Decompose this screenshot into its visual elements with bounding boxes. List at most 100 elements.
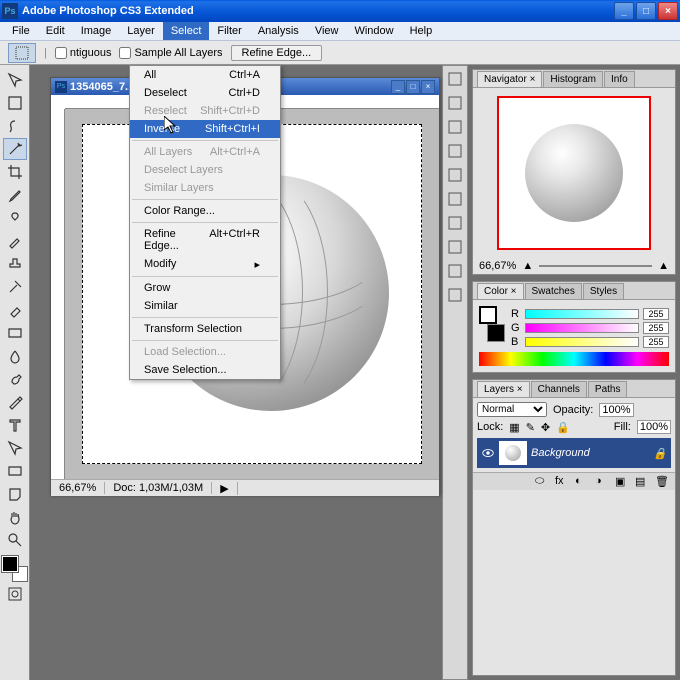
- blend-mode-select[interactable]: Normal: [477, 402, 547, 417]
- menu-item-grow[interactable]: Grow: [130, 279, 280, 297]
- tool-zoom[interactable]: [3, 529, 27, 551]
- menu-item-deselect[interactable]: DeselectCtrl+D: [130, 84, 280, 102]
- tool-type[interactable]: [3, 414, 27, 436]
- dock-channels2[interactable]: [444, 212, 466, 234]
- menu-help[interactable]: Help: [402, 22, 441, 40]
- tool-pen[interactable]: [3, 391, 27, 413]
- color-spectrum[interactable]: [479, 352, 669, 366]
- tool-path[interactable]: [3, 437, 27, 459]
- menu-edit[interactable]: Edit: [38, 22, 73, 40]
- new-layer-icon[interactable]: ▤: [635, 475, 651, 489]
- menu-analysis[interactable]: Analysis: [250, 22, 307, 40]
- tool-brush[interactable]: [3, 230, 27, 252]
- tool-history[interactable]: [3, 276, 27, 298]
- value-g[interactable]: 255: [643, 322, 669, 334]
- menu-item-color-range-[interactable]: Color Range...: [130, 202, 280, 220]
- lock-paint-icon[interactable]: ✎: [526, 421, 535, 434]
- tool-gradient[interactable]: [3, 322, 27, 344]
- menu-item-modify[interactable]: Modify▸: [130, 255, 280, 274]
- tab-navigator[interactable]: Navigator ×: [477, 71, 542, 87]
- group-icon[interactable]: ▣: [615, 475, 631, 489]
- tab-channels[interactable]: Channels: [531, 381, 587, 397]
- navigator-zoom[interactable]: 66,67%: [479, 260, 516, 272]
- lock-transparent-icon[interactable]: ▦: [509, 421, 519, 434]
- foreground-color[interactable]: [479, 306, 497, 324]
- delete-layer-icon[interactable]: 🗑: [655, 475, 671, 489]
- visibility-icon[interactable]: [481, 446, 495, 460]
- contiguous-checkbox[interactable]: ntiguous: [55, 47, 112, 59]
- lock-move-icon[interactable]: ✥: [541, 421, 550, 434]
- zoom-out-icon[interactable]: ▲: [522, 260, 533, 272]
- opacity-input[interactable]: 100%: [599, 403, 633, 417]
- tool-dodge[interactable]: [3, 368, 27, 390]
- dock-layers2[interactable]: [444, 188, 466, 210]
- menu-window[interactable]: Window: [346, 22, 401, 40]
- tab-paths[interactable]: Paths: [588, 381, 628, 397]
- tool-blur[interactable]: [3, 345, 27, 367]
- adjustment-layer-icon[interactable]: ◑: [595, 475, 611, 489]
- navigator-preview[interactable]: [497, 96, 651, 250]
- menu-image[interactable]: Image: [73, 22, 120, 40]
- dock-bridge[interactable]: [444, 68, 466, 90]
- refine-edge-button[interactable]: Refine Edge...: [231, 45, 323, 61]
- tool-notes[interactable]: [3, 483, 27, 505]
- value-r[interactable]: 255: [643, 308, 669, 320]
- layer-mask-icon[interactable]: ◐: [575, 475, 591, 489]
- menu-item-refine-edge-[interactable]: Refine Edge...Alt+Ctrl+R: [130, 225, 280, 255]
- lock-all-icon[interactable]: 🔒: [556, 421, 570, 434]
- sample-all-checkbox[interactable]: Sample All Layers: [119, 47, 222, 59]
- minimize-button[interactable]: _: [614, 2, 634, 20]
- value-b[interactable]: 255: [643, 336, 669, 348]
- layer-row[interactable]: Background 🔒: [477, 438, 671, 468]
- background-color[interactable]: [487, 324, 505, 342]
- menu-item-all[interactable]: AllCtrl+A: [130, 66, 280, 84]
- tab-swatches[interactable]: Swatches: [525, 283, 582, 299]
- tool-stamp[interactable]: [3, 253, 27, 275]
- zoom-in-icon[interactable]: ▲: [658, 260, 669, 272]
- layer-style-icon[interactable]: fx: [555, 475, 571, 489]
- slider-g[interactable]: [525, 323, 639, 333]
- status-arrow[interactable]: ▶: [212, 482, 237, 495]
- doc-maximize[interactable]: □: [406, 80, 420, 94]
- tool-eraser[interactable]: [3, 299, 27, 321]
- quick-mask[interactable]: [3, 583, 27, 605]
- tool-move[interactable]: [3, 69, 27, 91]
- tool-eyedropper[interactable]: [3, 184, 27, 206]
- menu-item-transform-selection[interactable]: Transform Selection: [130, 320, 280, 338]
- doc-minimize[interactable]: _: [391, 80, 405, 94]
- tab-color[interactable]: Color ×: [477, 283, 524, 299]
- dock-brushes[interactable]: [444, 236, 466, 258]
- close-button[interactable]: ×: [658, 2, 678, 20]
- tab-histogram[interactable]: Histogram: [543, 71, 603, 87]
- tool-hand[interactable]: [3, 506, 27, 528]
- menu-item-inverse[interactable]: InverseShift+Ctrl+I: [130, 120, 280, 138]
- slider-r[interactable]: [525, 309, 639, 319]
- slider-b[interactable]: [525, 337, 639, 347]
- menu-select[interactable]: Select: [163, 22, 210, 40]
- dock-arrange[interactable]: [444, 92, 466, 114]
- menu-view[interactable]: View: [307, 22, 347, 40]
- tab-styles[interactable]: Styles: [583, 283, 624, 299]
- maximize-button[interactable]: □: [636, 2, 656, 20]
- tab-layers[interactable]: Layers ×: [477, 381, 530, 397]
- tool-marquee[interactable]: [3, 92, 27, 114]
- dock-char[interactable]: [444, 260, 466, 282]
- doc-close[interactable]: ×: [421, 80, 435, 94]
- menu-filter[interactable]: Filter: [209, 22, 249, 40]
- tool-lasso[interactable]: [3, 115, 27, 137]
- fill-input[interactable]: 100%: [637, 420, 671, 434]
- tool-preset[interactable]: [8, 43, 36, 63]
- dock-para[interactable]: [444, 284, 466, 306]
- tool-wand[interactable]: [3, 138, 27, 160]
- tool-shape[interactable]: [3, 460, 27, 482]
- dock-tool-presets[interactable]: [444, 164, 466, 186]
- menu-item-similar[interactable]: Similar: [130, 297, 280, 315]
- tool-heal[interactable]: [3, 207, 27, 229]
- dock-history2[interactable]: [444, 116, 466, 138]
- link-layers-icon[interactable]: ⬭: [535, 475, 551, 489]
- zoom-slider[interactable]: [539, 265, 652, 267]
- menu-layer[interactable]: Layer: [119, 22, 163, 40]
- color-swatches[interactable]: [2, 556, 28, 582]
- zoom-level[interactable]: 66,67%: [51, 482, 105, 494]
- tool-crop[interactable]: [3, 161, 27, 183]
